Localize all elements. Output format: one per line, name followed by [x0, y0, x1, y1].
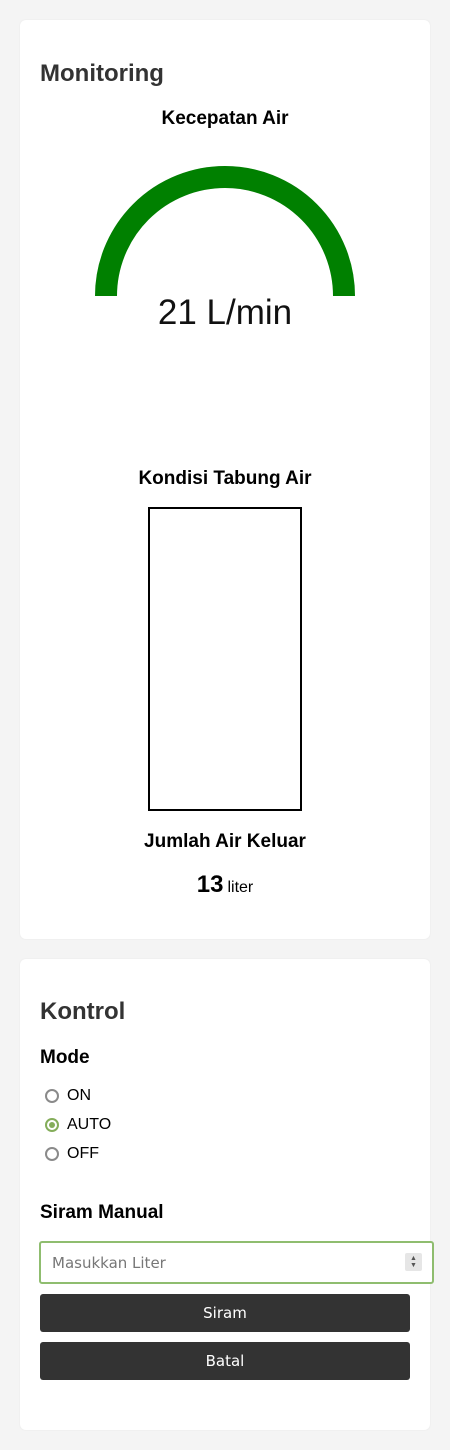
water-speed-value: 21 L/min: [157, 293, 293, 332]
water-outflow-readout: 13 liter: [20, 871, 430, 902]
water-outflow-unit: liter: [227, 879, 254, 896]
batal-button[interactable]: Batal: [40, 1342, 410, 1380]
monitoring-title: Monitoring: [40, 60, 164, 87]
liter-input-container: ▲ ▼: [39, 1241, 434, 1284]
chevron-down-icon[interactable]: ▼: [410, 1262, 417, 1269]
liter-stepper[interactable]: ▲ ▼: [405, 1253, 422, 1271]
water-outflow-heading: Jumlah Air Keluar: [144, 831, 306, 852]
mode-heading: Mode: [40, 1047, 90, 1068]
gauge-track: [95, 166, 355, 297]
mode-option-off[interactable]: OFF: [45, 1144, 99, 1164]
liter-input[interactable]: [41, 1243, 396, 1282]
mode-label-off: OFF: [67, 1145, 99, 1162]
mode-option-on[interactable]: ON: [45, 1086, 91, 1106]
mode-radio-auto[interactable]: [45, 1118, 59, 1132]
water-speed-heading: Kecepatan Air: [161, 108, 289, 129]
kontrol-title: Kontrol: [40, 998, 126, 1025]
water-tank: [148, 507, 302, 811]
kontrol-card: Kontrol Mode ON AUTO OFF Siram Manual ▲ …: [20, 959, 434, 1430]
gauge-value-arc: [95, 166, 355, 297]
siram-button[interactable]: Siram: [40, 1294, 410, 1332]
monitoring-card: Monitoring Kecepatan Air 21 L/min Kondis…: [20, 20, 430, 939]
tank-condition-heading: Kondisi Tabung Air: [138, 468, 312, 489]
manual-watering-heading: Siram Manual: [40, 1202, 164, 1223]
mode-radio-off[interactable]: [45, 1147, 59, 1161]
chevron-up-icon[interactable]: ▲: [410, 1255, 417, 1262]
water-speed-gauge: [95, 166, 355, 297]
mode-label-auto: AUTO: [67, 1116, 112, 1133]
water-outflow-value: 13: [196, 871, 224, 898]
mode-option-auto[interactable]: AUTO: [45, 1115, 111, 1135]
mode-radio-on[interactable]: [45, 1089, 59, 1103]
mode-label-on: ON: [67, 1087, 91, 1104]
